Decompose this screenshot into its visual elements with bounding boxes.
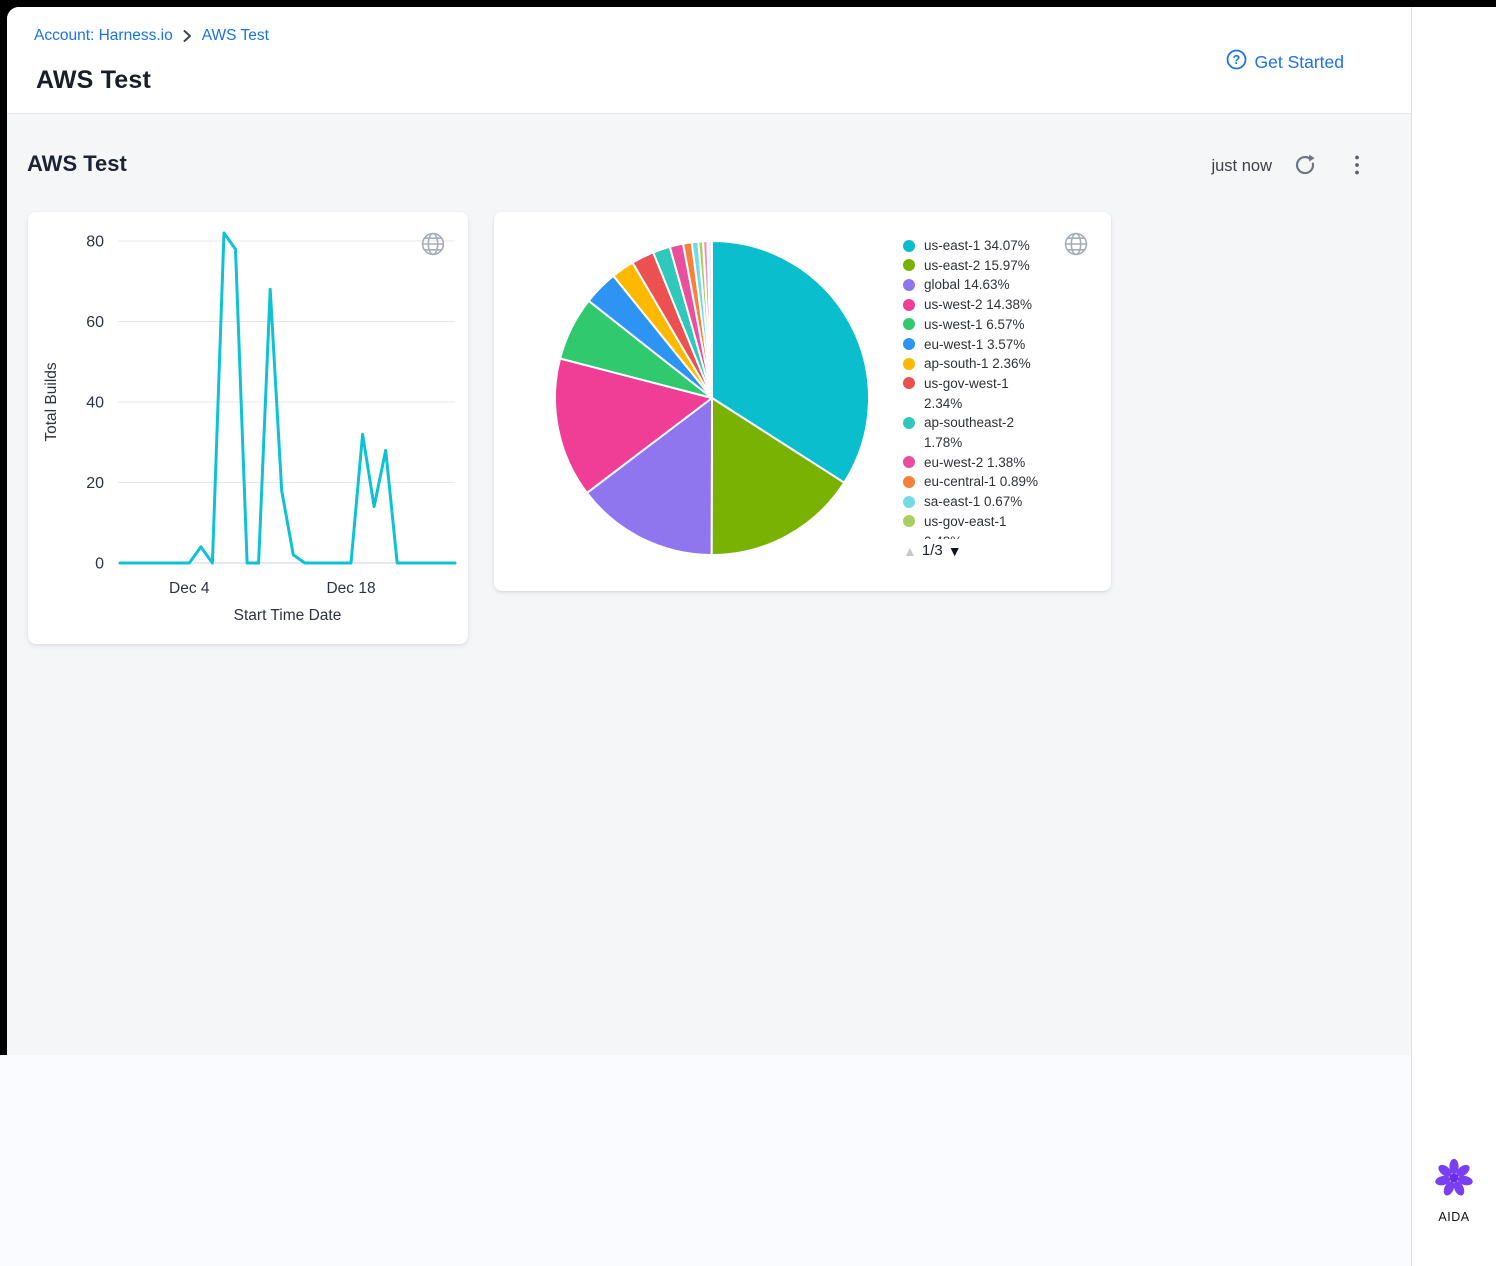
legend-item-label: eu-west-2 1.38% [924,453,1025,473]
last-refreshed-text: just now [1211,157,1272,176]
page-header: Account: Harness.io AWS Test AWS Test ? … [7,7,1411,113]
legend-item-ap-southeast-2[interactable]: ap-southeast-21.78% [903,413,1085,452]
legend-dot-icon [903,476,915,488]
legend-item-us-gov-east-1[interactable]: us-gov-east-10.48% [903,512,1085,539]
y-tick-label: 40 [86,395,104,412]
x-axis-title: Start Time Date [234,607,342,624]
svg-text:?: ? [1232,53,1240,67]
globe-icon[interactable] [420,231,446,257]
legend-item-us-west-2[interactable]: us-west-2 14.38% [903,295,1085,315]
legend-dot-icon [903,299,915,311]
legend-dot-icon [903,456,915,468]
legend-dot-icon [903,377,915,389]
breadcrumb-current-link[interactable]: AWS Test [202,27,269,45]
y-tick-label: 80 [86,234,104,251]
legend-page-up-icon[interactable]: ▲ [903,544,917,558]
legend-item-label: us-gov-west-12.34% [924,374,1009,413]
legend-dot-icon [903,259,915,271]
kebab-menu-icon [1354,154,1360,179]
legend-dot-icon [903,318,915,330]
legend-item-sa-east-1[interactable]: sa-east-1 0.67% [903,492,1085,512]
aida-widget[interactable]: AIDA [1412,1158,1496,1224]
main-content-panel: Account: Harness.io AWS Test AWS Test ? … [7,7,1411,1055]
legend-item-us-east-1[interactable]: us-east-1 34.07% [903,236,1085,256]
legend-item-label: eu-central-1 0.89% [924,472,1038,492]
legend-item-label: us-east-2 15.97% [924,256,1030,276]
legend-item-us-west-1[interactable]: us-west-1 6.57% [903,315,1085,335]
legend-dot-icon [903,358,915,370]
y-axis-title: Total Builds [43,362,60,442]
get-started-label: Get Started [1255,52,1345,73]
refresh-icon [1294,154,1316,179]
legend-dot-icon [903,279,915,291]
legend-item-global[interactable]: global 14.63% [903,275,1085,295]
dashboard-area: AWS Test just now 0 20 40 60 [7,113,1411,1055]
legend-item-ap-south-1[interactable]: ap-south-1 2.36% [903,354,1085,374]
aida-flower-icon [1434,1158,1474,1203]
legend-item-label: global 14.63% [924,275,1010,295]
total-builds-card: 0 20 40 60 80 Dec 4 Dec 18 Total Builds Start Ti… [28,212,468,644]
pie-legend-list: us-east-1 34.07%us-east-2 15.97%global 1… [903,236,1085,539]
legend-item-eu-west-1[interactable]: eu-west-1 3.57% [903,335,1085,355]
help-icon: ? [1226,49,1247,75]
breadcrumb-account-link[interactable]: Account: Harness.io [34,27,173,45]
refresh-cluster: just now [1211,154,1360,179]
dashboard-menu-button[interactable] [1354,154,1360,179]
legend-item-eu-west-2[interactable]: eu-west-2 1.38% [903,453,1085,473]
y-tick-label: 20 [86,475,104,492]
region-pie-card: us-east-1 34.07%us-east-2 15.97%global 1… [494,212,1111,591]
legend-item-us-gov-west-1[interactable]: us-gov-west-12.34% [903,374,1085,413]
legend-item-label: ap-southeast-21.78% [924,413,1014,452]
right-sidebar-strip: AIDA [1411,7,1496,1266]
legend-item-label: sa-east-1 0.67% [924,492,1022,512]
legend-page-down-icon[interactable]: ▼ [948,544,962,558]
legend-item-label: us-gov-east-10.48% [924,512,1007,539]
get-started-button[interactable]: ? Get Started [1226,49,1345,75]
pie-legend: us-east-1 34.07%us-east-2 15.97%global 1… [903,236,1085,559]
legend-item-label: ap-south-1 2.36% [924,354,1031,374]
aida-label: AIDA [1438,1210,1469,1224]
refresh-button[interactable] [1294,154,1316,179]
line-chart-svg: 0 20 40 60 80 Dec 4 Dec 18 Total Builds Start Ti… [28,212,468,644]
legend-item-label: us-east-1 34.07% [924,236,1030,256]
legend-item-us-east-2[interactable]: us-east-2 15.97% [903,256,1085,276]
legend-dot-icon [903,240,915,252]
legend-item-label: eu-west-1 3.57% [924,335,1025,355]
total-builds-series-line[interactable] [120,233,455,563]
x-tick-label: Dec 4 [169,580,210,597]
y-tick-label: 60 [86,314,104,331]
legend-item-label: us-west-1 6.57% [924,315,1025,335]
total-builds-chart: 0 20 40 60 80 Dec 4 Dec 18 Total Builds Start Ti… [28,212,468,644]
legend-dot-icon [903,496,915,508]
chevron-right-icon [183,30,192,42]
legend-dot-icon [903,338,915,350]
bottom-strip [0,1055,1411,1266]
breadcrumb: Account: Harness.io AWS Test [34,27,269,45]
x-tick-label: Dec 18 [326,580,375,597]
legend-dot-icon [903,515,915,527]
legend-item-label: us-west-2 14.38% [924,295,1032,315]
globe-icon[interactable] [1063,231,1089,257]
legend-dot-icon [903,417,915,429]
legend-page-indicator: 1/3 [922,542,943,559]
y-tick-label: 0 [95,556,104,573]
legend-pagination: ▲ 1/3 ▼ [903,542,1085,559]
dashboard-title: AWS Test [27,151,127,177]
page-background: { "colors": { "accent_blue": "#1a73e8", … [0,0,1496,1266]
legend-item-eu-central-1[interactable]: eu-central-1 0.89% [903,472,1085,492]
page-title: AWS Test [36,66,151,95]
